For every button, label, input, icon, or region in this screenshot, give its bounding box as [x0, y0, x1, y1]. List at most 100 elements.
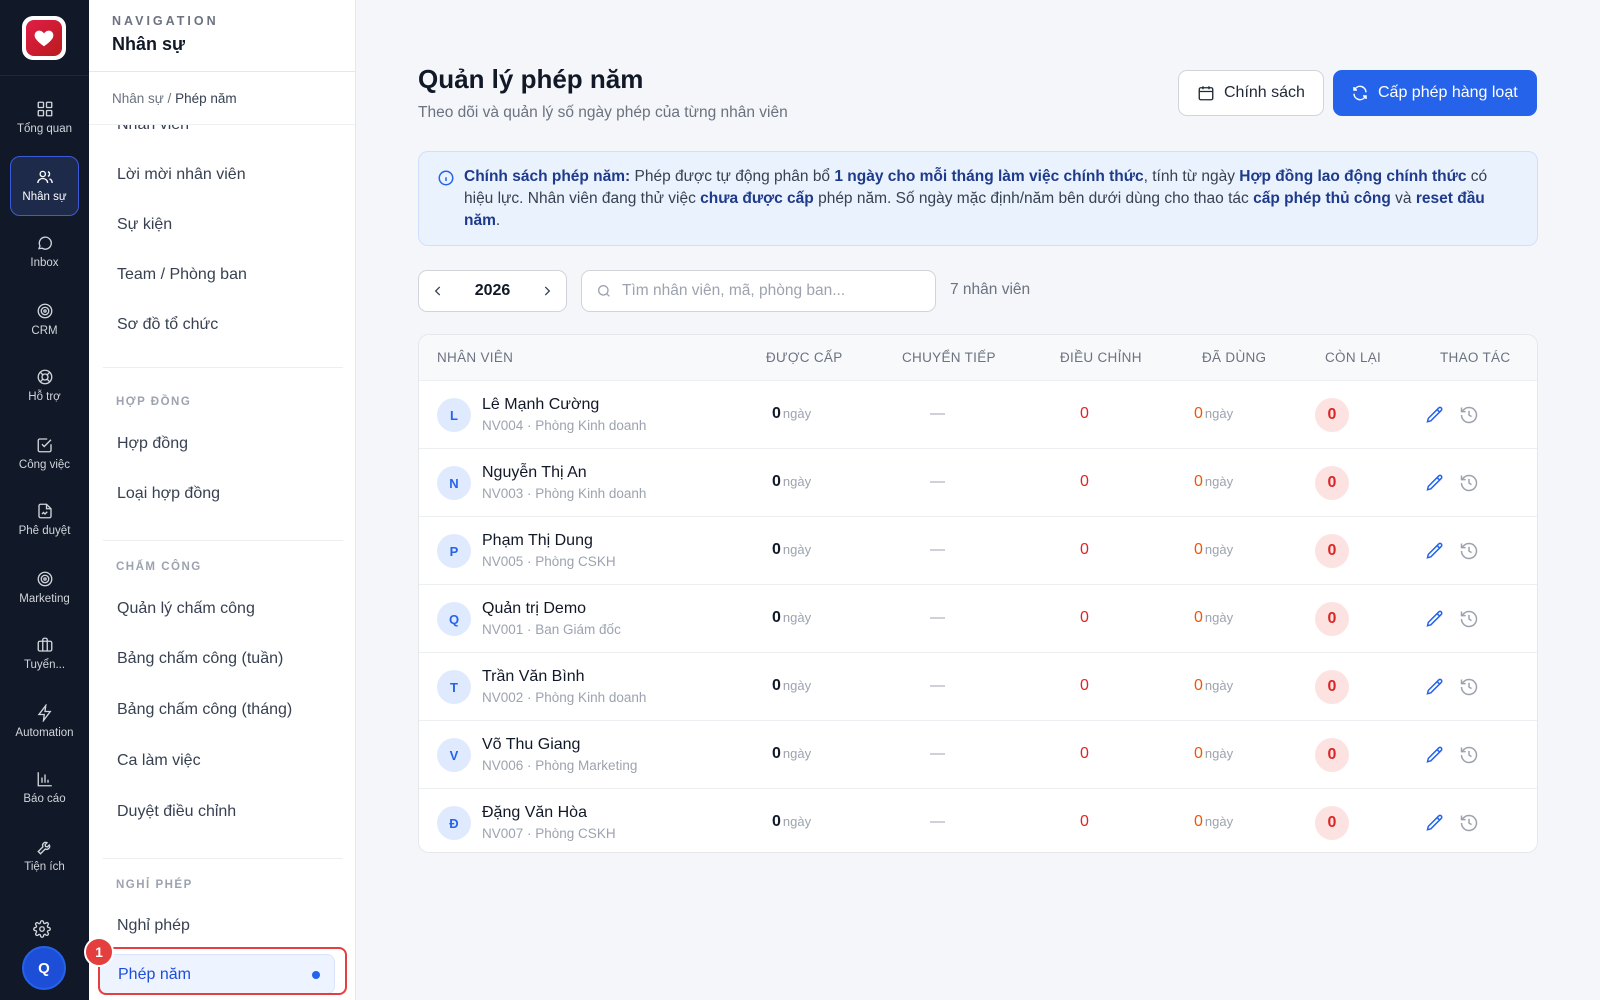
rail-item-tuyen-dung[interactable]: Tuyển... [10, 624, 79, 684]
rail-item-inbox[interactable]: Inbox [10, 222, 79, 282]
rail-item-automation[interactable]: Automation [10, 692, 79, 752]
granted-cell: 0 ngày [772, 473, 811, 491]
nav-item-so-do[interactable]: Sơ đồ tổ chức [117, 316, 218, 334]
employee-name[interactable]: Nguyễn Thị An [482, 464, 587, 482]
employee-name[interactable]: Phạm Thị Dung [482, 532, 593, 550]
edit-icon[interactable] [1425, 473, 1445, 493]
target-icon [37, 571, 52, 587]
employee-name[interactable]: Quản trị Demo [482, 600, 586, 618]
table-row[interactable]: Đ Đặng Văn Hòa NV007 · Phòng CSKH 0 ngày —0 0 n… [419, 789, 1537, 852]
table-row[interactable]: L Lê Mạnh Cường NV004 · Phòng Kinh doanh 0 n… [419, 381, 1537, 449]
policy-notice: Chính sách phép năm: Phép được tự động p… [418, 151, 1538, 246]
history-icon[interactable] [1459, 745, 1479, 765]
rail-item-tien-ich[interactable]: Tiện ích [10, 826, 79, 886]
policy-button[interactable]: Chính sách [1178, 70, 1324, 116]
unit-label: ngày [1204, 610, 1234, 625]
col-header-actions: THAO TÁC [1440, 350, 1511, 365]
breadcrumb-parent[interactable]: Nhân sự / [112, 91, 171, 106]
main-content: Quản lý phép năm Theo dõi và quản lý số … [356, 0, 1600, 1000]
app-logo[interactable] [22, 16, 66, 60]
col-header-adjust: ĐIỀU CHỈNH [1060, 350, 1142, 365]
history-icon[interactable] [1459, 473, 1479, 493]
search-input[interactable] [622, 282, 922, 300]
table-row[interactable]: Q Quản trị Demo NV001 · Ban Giám đốc 0 ngày —… [419, 585, 1537, 653]
edit-icon[interactable] [1425, 813, 1445, 833]
nav-item-loi-moi[interactable]: Lời mời nhân viên [117, 166, 246, 184]
bulk-grant-button[interactable]: Cấp phép hàng loạt [1333, 70, 1537, 116]
rail-label: Công việc [18, 459, 71, 471]
history-icon[interactable] [1459, 677, 1479, 697]
rail-item-cong-viec[interactable]: Công việc [10, 424, 79, 484]
rail-item-nhan-su[interactable]: Nhân sự [10, 156, 79, 216]
leave-table: NHÂN VIÊN ĐƯỢC CẤP CHUYỂN TIẾP ĐIỀU CHỈN… [418, 334, 1538, 853]
employee-name[interactable]: Đặng Văn Hòa [482, 804, 587, 822]
nav-item-loai-hop-dong[interactable]: Loại hợp đồng [117, 485, 220, 503]
history-icon[interactable] [1459, 541, 1479, 561]
nav-item-quan-ly-cham-cong[interactable]: Quản lý chấm công [117, 600, 255, 618]
year-picker: 2026 [418, 270, 567, 312]
col-header-employee: NHÂN VIÊN [437, 350, 514, 365]
edit-icon[interactable] [1425, 609, 1445, 629]
history-icon[interactable] [1459, 609, 1479, 629]
nav-item-duyet-dieu-chinh[interactable]: Duyệt điều chỉnh [117, 803, 236, 821]
unit-label: ngày [782, 814, 812, 829]
nav-item-team[interactable]: Team / Phòng ban [117, 266, 247, 284]
unit-label: ngày [782, 678, 812, 693]
employee-name[interactable]: Võ Thu Giang [482, 736, 580, 754]
unit-label: ngày [1204, 406, 1234, 421]
rail-item-tong-quan[interactable]: Tổng quan [10, 88, 79, 148]
table-row[interactable]: N Nguyễn Thị An NV003 · Phòng Kinh doanh 0 n… [419, 449, 1537, 517]
chevron-left-icon[interactable] [431, 284, 445, 298]
granted-value: 0 [772, 473, 781, 490]
table-row[interactable]: V Võ Thu Giang NV006 · Phòng Marketing 0 ngà… [419, 721, 1537, 789]
edit-icon[interactable] [1425, 541, 1445, 561]
nav-section-hop-dong: HỢP ĐỒNG [116, 396, 192, 408]
nav-item-bang-cham-cong-thang[interactable]: Bảng chấm công (tháng) [117, 701, 292, 719]
nav-item-hop-dong[interactable]: Hợp đồng [117, 435, 188, 453]
unit-label: ngày [782, 746, 812, 761]
notice-text: Chính sách phép năm: Phép được tự động p… [464, 168, 1487, 229]
employee-count: 7 nhân viên [950, 281, 1031, 298]
used-cell: 0 ngày [1194, 609, 1233, 627]
edit-icon[interactable] [1425, 405, 1445, 425]
icon-rail: Tổng quan Nhân sự Inbox CRM Hỗ trợ Công … [0, 0, 89, 1000]
unit-label: ngày [1204, 474, 1234, 489]
edit-icon[interactable] [1425, 745, 1445, 765]
user-avatar[interactable]: Q [22, 946, 66, 990]
notice-strong: chưa được cấp [700, 190, 814, 207]
employee-name[interactable]: Lê Mạnh Cường [482, 396, 599, 414]
users-icon [36, 170, 53, 184]
rail-item-bao-cao[interactable]: Báo cáo [10, 758, 79, 818]
settings-button[interactable] [33, 920, 55, 942]
bar-chart-icon [37, 772, 52, 787]
employee-name[interactable]: Trần Văn Bình [482, 668, 585, 686]
table-row[interactable]: P Phạm Thị Dung NV005 · Phòng CSKH 0 ngày —0 0… [419, 517, 1537, 585]
adjust-value: 0 [1080, 813, 1089, 830]
nav-item-bang-cham-cong-tuan[interactable]: Bảng chấm công (tuần) [117, 650, 283, 668]
edit-icon[interactable] [1425, 677, 1445, 697]
rail-item-phe-duyet[interactable]: Phê duyệt [10, 490, 79, 550]
rail-item-crm[interactable]: CRM [10, 290, 79, 350]
notice-strong: Hợp đồng lao động chính thức [1239, 168, 1467, 185]
history-icon[interactable] [1459, 813, 1479, 833]
history-icon[interactable] [1459, 405, 1479, 425]
rail-item-marketing[interactable]: Marketing [10, 558, 79, 618]
col-header-granted: ĐƯỢC CẤP [766, 350, 843, 365]
briefcase-icon [37, 637, 52, 652]
notice-part: phép năm. Số ngày mặc định/năm bên dưới … [813, 190, 1254, 207]
breadcrumb-current: Phép năm [175, 91, 237, 106]
lifebuoy-icon [37, 369, 52, 385]
nav-item-ca-lam-viec[interactable]: Ca làm việc [117, 752, 201, 770]
unit-label: ngày [782, 406, 812, 421]
unit-label: ngày [1204, 542, 1234, 557]
nav-item-su-kien[interactable]: Sự kiện [117, 216, 172, 234]
notice-part: và [1390, 190, 1416, 207]
breadcrumb: Nhân sự / Phép năm [89, 73, 355, 125]
used-cell: 0 ngày [1194, 541, 1233, 559]
rail-item-ho-tro[interactable]: Hỗ trợ [10, 356, 79, 416]
chevron-right-icon[interactable] [540, 284, 554, 298]
table-row[interactable]: T Trần Văn Bình NV002 · Phòng Kinh doanh 0 n… [419, 653, 1537, 721]
nav-item-nghi-phep[interactable]: Nghỉ phép [117, 917, 190, 935]
remaining-badge: 0 [1315, 602, 1349, 636]
nav-title: Nhân sự [112, 34, 186, 54]
